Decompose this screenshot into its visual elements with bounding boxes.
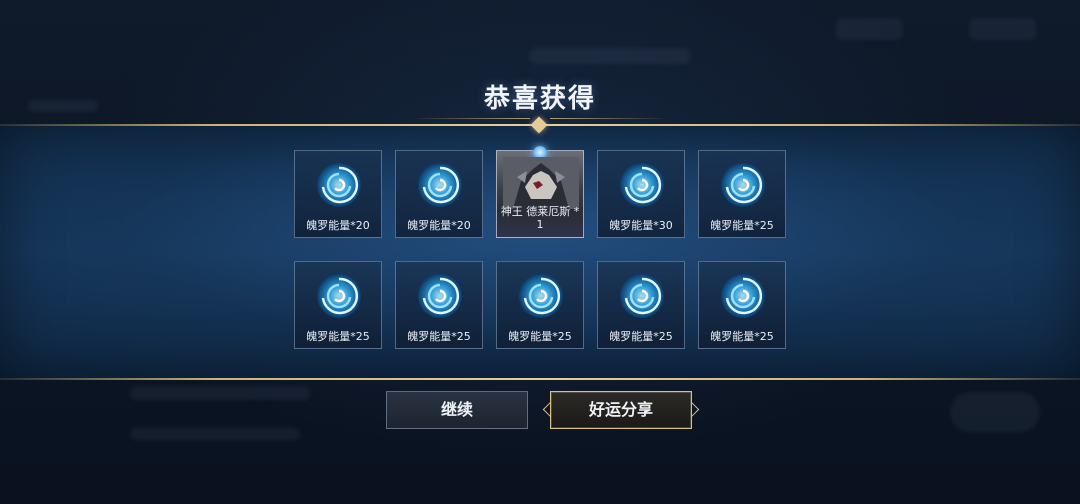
- reward-label: 魄罗能量*30: [609, 219, 673, 232]
- spiral-energy-icon: [418, 274, 462, 318]
- reward-label: 神王 德莱厄斯 * 1: [500, 205, 580, 231]
- reward-label: 魄罗能量*25: [609, 330, 673, 343]
- reward-item[interactable]: 魄罗能量*25: [496, 261, 584, 349]
- reward-item[interactable]: 魄罗能量*20: [395, 150, 483, 238]
- background-info-panel: [130, 386, 310, 400]
- continue-button[interactable]: 继续: [386, 391, 528, 429]
- spiral-energy-icon: [317, 274, 361, 318]
- reward-label: 魄罗能量*25: [508, 330, 572, 343]
- spiral-energy-icon: [519, 274, 563, 318]
- reward-label: 魄罗能量*25: [710, 219, 774, 232]
- reward-label: 魄罗能量*20: [407, 219, 471, 232]
- reward-item[interactable]: 魄罗能量*20: [294, 150, 382, 238]
- spiral-energy-icon: [721, 274, 765, 318]
- reward-label: 魄罗能量*25: [407, 330, 471, 343]
- title-decoration-right: [550, 118, 670, 119]
- reward-label: 魄罗能量*20: [306, 219, 370, 232]
- background-currency-chip: [970, 18, 1036, 40]
- background-avatar-frame: [950, 392, 1040, 432]
- reward-screen: 恭喜获得 魄罗能量*20 魄罗能量*20 神王 德莱厄斯 * 1 魄罗能量*30…: [0, 0, 1080, 504]
- background-header-text: [530, 48, 690, 64]
- reward-item[interactable]: 魄罗能量*25: [597, 261, 685, 349]
- spiral-energy-icon: [721, 163, 765, 207]
- background-info-panel: [130, 428, 300, 440]
- reward-item[interactable]: 魄罗能量*25: [698, 261, 786, 349]
- background-currency-chip: [836, 18, 902, 40]
- reward-item[interactable]: 魄罗能量*25: [395, 261, 483, 349]
- spiral-energy-icon: [317, 163, 361, 207]
- reward-item-hero[interactable]: 神王 德莱厄斯 * 1: [496, 146, 584, 238]
- reward-item[interactable]: 魄罗能量*25: [294, 261, 382, 349]
- title-decoration-left: [410, 118, 530, 119]
- reward-label: 魄罗能量*25: [306, 330, 370, 343]
- hero-portrait-icon: [503, 157, 579, 209]
- dialog-title: 恭喜获得: [483, 84, 596, 114]
- share-button[interactable]: 好运分享: [550, 391, 692, 429]
- reward-item[interactable]: 魄罗能量*30: [597, 150, 685, 238]
- spiral-energy-icon: [620, 274, 664, 318]
- spiral-energy-icon: [620, 163, 664, 207]
- reward-label: 魄罗能量*25: [710, 330, 774, 343]
- spiral-energy-icon: [418, 163, 462, 207]
- reward-item[interactable]: 魄罗能量*25: [698, 150, 786, 238]
- band-bottom-border: [0, 378, 1080, 380]
